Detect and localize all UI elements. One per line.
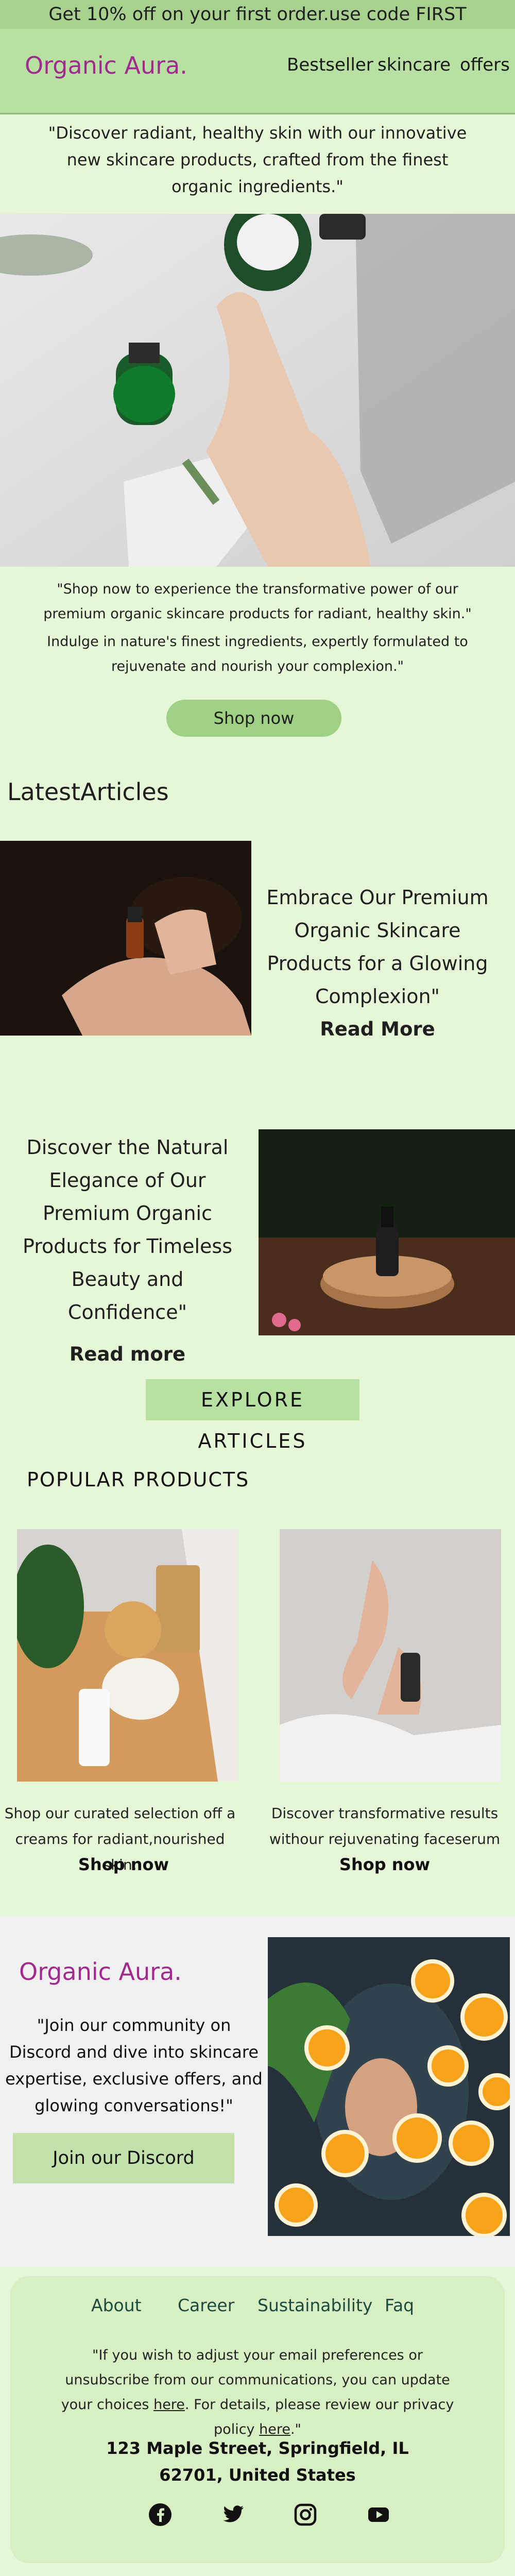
article-1-image: [0, 841, 251, 1036]
hero-copy-line1: "Shop now to experience the transformati…: [43, 581, 472, 622]
footer-link-career[interactable]: Career: [178, 2295, 234, 2315]
footer-link-sustainability[interactable]: Sustainability: [258, 2295, 372, 2315]
site-header: Organic Aura. Bestseller skincare offers: [0, 29, 515, 114]
popular-products-heading: POPULAR PRODUCTS: [27, 1468, 250, 1491]
nav-skincare[interactable]: skincare: [377, 55, 451, 75]
nav-bestseller[interactable]: Bestseller: [287, 55, 373, 75]
product-2-shop-link[interactable]: Shop now: [269, 1855, 501, 1874]
twitter-icon[interactable]: [221, 2503, 245, 2527]
shop-now-button[interactable]: Shop now: [166, 700, 341, 737]
product-2-image: [280, 1529, 501, 1782]
article-2-text: Discover the Natural Elegance of Our Pre…: [22, 1136, 232, 1324]
instagram-icon[interactable]: [294, 2503, 317, 2527]
latest-articles-heading: LatestArticles: [7, 778, 169, 806]
article-2: Discover the Natural Elegance of Our Pre…: [10, 1131, 245, 1371]
explore-articles-button[interactable]: EXPLORE ARTICLES: [146, 1379, 359, 1452]
facebook-icon[interactable]: [148, 2503, 172, 2527]
product-1-image: [17, 1529, 238, 1782]
email-preferences-text: "If you wish to adjust your email prefer…: [57, 2343, 458, 2442]
article-1-text: Embrace Our Premium Organic Skincare Pro…: [266, 886, 489, 1008]
community-text: "Join our community on Discord and dive …: [5, 2015, 263, 2115]
product-2-description: Discover transformative results withour …: [269, 1805, 501, 1848]
logo[interactable]: Organic Aura.: [25, 52, 187, 79]
youtube-icon[interactable]: [367, 2503, 390, 2527]
footer-link-about[interactable]: About: [91, 2295, 142, 2315]
preferences-link[interactable]: here: [153, 2397, 185, 2413]
hero-copy-line2: Indulge in nature's finest ingredients, …: [47, 634, 468, 674]
product-1-shop-link[interactable]: Shop now: [8, 1855, 239, 1874]
article-2-image: [259, 1129, 515, 1335]
footer-link-faq[interactable]: Faq: [385, 2295, 414, 2315]
intro-text: "Discover radiant, healthy skin with our…: [48, 123, 467, 196]
join-discord-button[interactable]: Join our Discord: [13, 2133, 234, 2183]
prefs-text-2: . For details, please review our privacy…: [184, 2397, 454, 2437]
read-more-link-1[interactable]: Read More: [256, 1013, 499, 1046]
address: 123 Maple Street, Springfield, IL 62701,…: [106, 2438, 409, 2485]
promo-text: Get 10% off on your first order.use code…: [48, 4, 467, 25]
nav-offers[interactable]: offers: [460, 55, 510, 75]
community-image: [268, 1937, 510, 2236]
hero-image: [0, 214, 515, 567]
hero-copy: "Shop now to experience the transformati…: [36, 577, 479, 679]
article-1: Embrace Our Premium Organic Skincare Pro…: [256, 881, 499, 1046]
promo-bar: Get 10% off on your first order.use code…: [0, 0, 515, 29]
community-logo[interactable]: Organic Aura.: [19, 1958, 182, 1986]
read-more-link-2[interactable]: Read more: [10, 1338, 245, 1371]
